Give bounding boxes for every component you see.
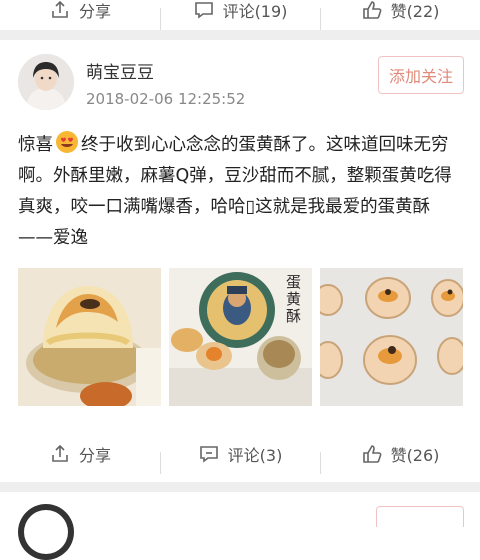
next-post-avatar[interactable] <box>18 504 74 560</box>
pastry-photo-icon <box>18 268 161 406</box>
comment-icon <box>199 446 218 463</box>
follow-button[interactable]: 添加关注 <box>377 56 464 94</box>
comment-label: 评论(19) <box>222 2 288 21</box>
share-label: 分享 <box>78 2 111 21</box>
section-divider <box>0 482 480 492</box>
like-button[interactable]: 赞(26) <box>320 442 480 474</box>
post-text-lead: 惊喜 <box>18 135 53 155</box>
post-timestamp: 2018-02-06 12:25:52 <box>86 90 246 108</box>
tray-photo-icon <box>320 268 463 406</box>
share-icon <box>52 444 68 462</box>
packaging-text: 蛋黄酥 <box>286 273 302 325</box>
share-button[interactable]: 分享 <box>0 442 160 466</box>
previous-post-actions: 分享 评论(19) 赞(22) <box>0 0 480 32</box>
comment-icon <box>194 2 213 19</box>
like-button[interactable]: 赞(22) <box>320 0 480 30</box>
post-image-3[interactable] <box>320 268 463 406</box>
comment-label: 评论(3) <box>227 446 283 465</box>
post-text-body: 终于收到心心念念的蛋黄酥了。这味道回味无穷啊。外酥里嫩，麻薯Q弹，豆沙甜而不腻，… <box>18 135 452 248</box>
post-actions: 分享 评论(3) 赞(26) <box>0 432 480 476</box>
comment-button[interactable]: 评论(3) <box>160 442 320 474</box>
share-icon <box>52 0 68 18</box>
username[interactable]: 萌宝豆豆 <box>86 58 154 83</box>
section-divider <box>0 30 480 40</box>
heart-eyes-emoji-icon <box>56 131 78 153</box>
post-card: 萌宝豆豆 2018-02-06 12:25:52 添加关注 惊喜 终于收到心心念念… <box>0 42 480 430</box>
next-post-follow-button[interactable] <box>376 506 464 527</box>
avatar[interactable] <box>18 54 74 110</box>
user-avatar-icon <box>18 54 74 110</box>
post-image-1[interactable] <box>18 268 161 406</box>
like-label: 赞(26) <box>390 446 440 465</box>
share-button[interactable]: 分享 <box>0 0 160 22</box>
image-gallery: 蛋黄酥 <box>18 268 463 406</box>
thumbs-up-icon <box>362 445 382 463</box>
like-label: 赞(22) <box>390 2 440 21</box>
post-text: 惊喜 终于收到心心念念的蛋黄酥了。这味道回味无穷啊。外酥里嫩，麻薯Q弹，豆沙甜而不… <box>18 130 463 254</box>
comment-button[interactable]: 评论(19) <box>160 0 320 30</box>
post-image-2[interactable]: 蛋黄酥 <box>169 268 312 406</box>
share-label: 分享 <box>78 446 111 465</box>
thumbs-up-icon <box>362 1 382 19</box>
